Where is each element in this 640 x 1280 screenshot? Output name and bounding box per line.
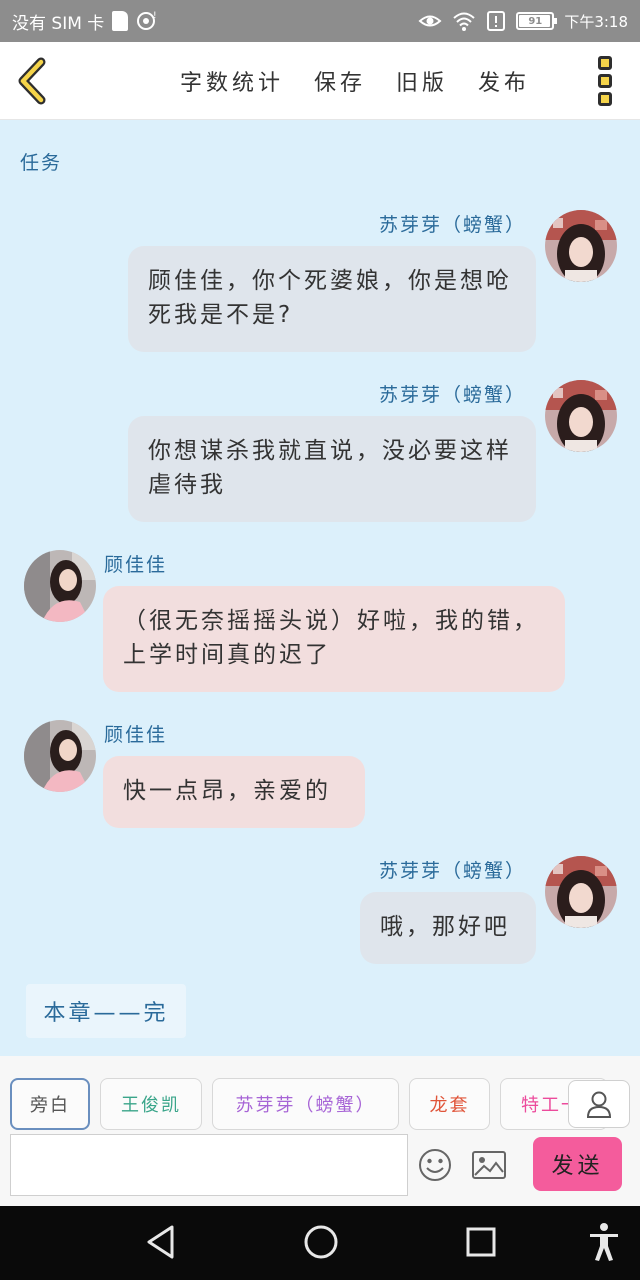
role-label: 苏芽芽（螃蟹） bbox=[235, 1095, 376, 1116]
message-input[interactable] bbox=[10, 1134, 408, 1196]
role-extra[interactable]: 龙套 bbox=[409, 1078, 490, 1130]
speaker-name: 苏芽芽（螃蟹） bbox=[378, 384, 526, 406]
speaker-name: 苏芽芽（螃蟹） bbox=[378, 214, 526, 236]
word-count-button[interactable]: 字数统计 bbox=[180, 65, 284, 97]
profile-icon bbox=[586, 1091, 612, 1118]
message-bubble[interactable]: （很无奈摇摇头说）好啦，我的错，上学时间真的迟了 bbox=[103, 586, 565, 692]
battery-level: 91 bbox=[528, 15, 543, 27]
image-icon[interactable] bbox=[471, 1150, 507, 1180]
publish-button[interactable]: 发布 bbox=[478, 65, 530, 97]
old-version-button[interactable]: 旧版 bbox=[396, 65, 448, 97]
nav-recents-icon[interactable] bbox=[465, 1224, 497, 1260]
location-icon: ! bbox=[137, 11, 157, 30]
sim-card-icon bbox=[112, 11, 129, 31]
avatar[interactable] bbox=[24, 550, 96, 622]
back-button[interactable] bbox=[0, 42, 64, 120]
accessibility-icon[interactable] bbox=[588, 1222, 620, 1262]
role-label: 旁白 bbox=[30, 1095, 70, 1116]
role-su-yaya[interactable]: 苏芽芽（螃蟹） bbox=[212, 1078, 399, 1130]
input-panel: 旁白 王俊凯 苏芽芽（螃蟹） 龙套 特工一 发送 bbox=[0, 1056, 640, 1206]
profile-button[interactable] bbox=[568, 1080, 630, 1128]
message-bubble[interactable]: 哦，那好吧 bbox=[360, 892, 536, 964]
more-icon[interactable] bbox=[590, 56, 620, 106]
status-time: 下午3:18 bbox=[564, 12, 628, 31]
battery-icon: 91 bbox=[516, 12, 558, 30]
role-label: 王俊凯 bbox=[121, 1095, 181, 1116]
avatar[interactable] bbox=[545, 210, 617, 282]
chapter-end-tag[interactable]: 本章——完 bbox=[26, 984, 186, 1038]
role-label: 龙套 bbox=[429, 1095, 470, 1116]
navigation-bar bbox=[0, 1206, 640, 1280]
speaker-name: 顾佳佳 bbox=[104, 724, 168, 746]
chat-area[interactable]: 任务 苏芽芽（螃蟹） 顾佳佳，你个死婆娘，你是想呛死我是不是? 苏芽芽（螃蟹） … bbox=[0, 120, 640, 1056]
role-narrator[interactable]: 旁白 bbox=[10, 1078, 90, 1130]
speaker-name: 苏芽芽（螃蟹） bbox=[378, 860, 526, 882]
back-chevron-icon bbox=[18, 57, 46, 104]
carrier-text: 没有 SIM 卡 bbox=[12, 13, 105, 34]
role-selector: 旁白 王俊凯 苏芽芽（螃蟹） 龙套 特工一 bbox=[0, 1078, 640, 1130]
svg-text:!: ! bbox=[153, 11, 157, 21]
avatar[interactable] bbox=[545, 856, 617, 928]
alert-icon bbox=[487, 11, 506, 31]
role-wang-junkai[interactable]: 王俊凯 bbox=[100, 1078, 202, 1130]
status-bar: 没有 SIM 卡 ! 91 下午3:18 bbox=[0, 0, 640, 42]
message-bubble[interactable]: 你想谋杀我就直说，没必要这样虐待我 bbox=[128, 416, 536, 522]
toolbar: 字数统计 保存 旧版 发布 bbox=[0, 42, 640, 120]
emoji-icon[interactable] bbox=[418, 1148, 452, 1182]
avatar[interactable] bbox=[545, 380, 617, 452]
avatar[interactable] bbox=[24, 720, 96, 792]
speaker-name: 顾佳佳 bbox=[104, 554, 168, 576]
nav-back-icon[interactable] bbox=[145, 1224, 177, 1260]
message-bubble[interactable]: 快一点昂，亲爱的 bbox=[103, 756, 365, 828]
send-button[interactable]: 发送 bbox=[533, 1137, 622, 1191]
section-label: 任务 bbox=[20, 152, 63, 174]
message-bubble[interactable]: 顾佳佳，你个死婆娘，你是想呛死我是不是? bbox=[128, 246, 536, 352]
nav-home-icon[interactable] bbox=[303, 1224, 339, 1260]
save-button[interactable]: 保存 bbox=[314, 65, 366, 97]
eye-icon bbox=[418, 15, 442, 27]
wifi-icon bbox=[453, 12, 475, 31]
